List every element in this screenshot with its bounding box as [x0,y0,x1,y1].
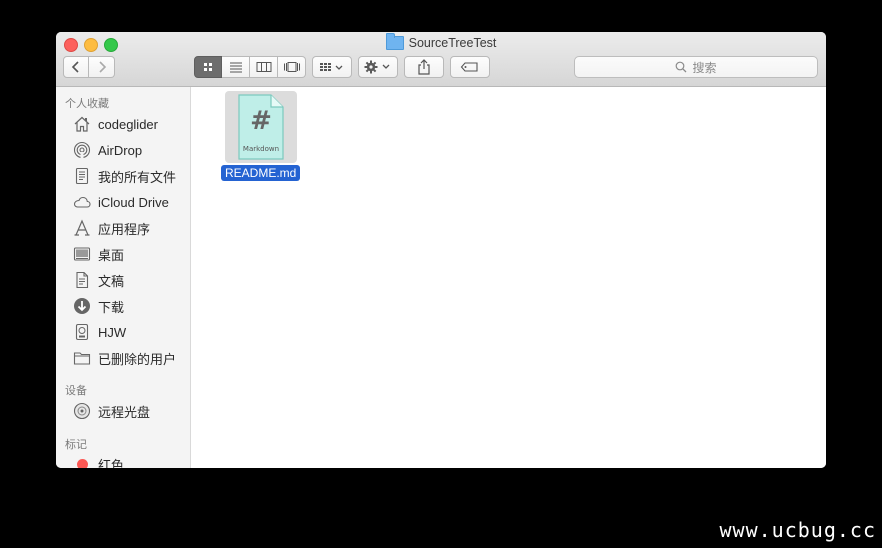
folder-icon [72,348,92,368]
sidebar-item-hjw[interactable]: HJW [72,321,126,343]
sidebar-item-label: 已删除的用户 [98,351,177,367]
favorites-header: 个人收藏 [65,98,109,110]
desktop-icon [72,244,92,264]
devices-header: 设备 [65,385,87,397]
sidebar-item-icloud-drive[interactable]: iCloud Drive [72,191,169,213]
back-button[interactable] [63,56,89,78]
sidebar-item-label: 应用程序 [98,221,151,237]
file-name-label[interactable]: README.md [221,165,301,181]
remote-disc-icon [72,401,92,421]
sidebar-item-label: AirDrop [98,142,143,158]
share-button[interactable] [404,56,444,78]
file-icon-symbol: # [250,106,272,136]
file-browser-content: # Markdown README.md [191,87,826,468]
toolbar: SourceTreeTest 搜索 [56,32,826,87]
sidebar-item-label: codeglider [98,116,158,132]
forward-button[interactable] [89,56,115,78]
finder-window: SourceTreeTest 搜索 个人收藏 codeglider AirDro… [56,32,826,468]
file-item-readme[interactable]: # Markdown [225,91,297,163]
tags-header: 标记 [65,439,87,451]
sidebar-item-airdrop[interactable]: AirDrop [72,139,142,161]
share-icon [418,59,430,75]
markdown-file-icon: # Markdown [238,94,284,160]
sidebar-item-label: HJW [98,324,127,340]
sidebar: 个人收藏 codeglider AirDrop 我的所有文件 iCloud Dr… [56,87,191,468]
sidebar-item-label: 我的所有文件 [98,169,177,185]
column-view-button[interactable] [250,56,278,78]
list-view-button[interactable] [222,56,250,78]
sidebar-item-label: 远程光盘 [98,404,151,420]
sidebar-item-desktop[interactable]: 桌面 [72,243,124,265]
red-tag-dot-icon [72,454,92,468]
list-icon [229,62,242,73]
all-files-icon [72,166,92,186]
sidebar-item-applications[interactable]: 应用程序 [72,217,150,239]
watermark-text: www.ucbug.cc [719,518,876,542]
window-title-text: SourceTreeTest [408,36,497,50]
folder-icon [385,33,404,50]
documents-icon [72,270,92,290]
sidebar-item-codeglider[interactable]: codeglider [72,113,158,135]
view-mode-control [194,56,306,78]
home-icon [72,114,92,134]
cover-flow-icon [283,62,300,72]
airdrop-icon [72,140,92,160]
sidebar-item-label: 文稿 [98,273,125,289]
tag-button[interactable] [450,56,490,78]
sidebar-item-label: iCloud Drive [98,194,169,210]
columns-icon [256,62,271,72]
sidebar-item-all-files[interactable]: 我的所有文件 [72,165,176,187]
disk-icon [72,322,92,342]
nav-buttons [63,56,115,78]
arrange-grid-icon [320,63,343,71]
cover-flow-button[interactable] [278,56,306,78]
gear-icon [364,60,390,74]
sidebar-item-deleted-users[interactable]: 已删除的用户 [72,347,176,369]
search-placeholder: 搜索 [692,60,717,75]
sidebar-item-tag-red[interactable]: 红色 [72,453,124,468]
tag-icon [460,62,478,72]
cloud-icon [72,192,92,212]
downloads-icon [72,296,92,316]
chevron-left-icon [71,61,79,73]
search-input[interactable]: 搜索 [574,56,818,78]
sidebar-item-remote-disc[interactable]: 远程光盘 [72,400,150,422]
grid-icon [204,63,212,71]
search-icon [676,61,687,73]
arrange-button[interactable] [312,56,352,78]
window-title: SourceTreeTest [56,33,826,50]
sidebar-item-downloads[interactable]: 下载 [72,295,124,317]
icon-view-button[interactable] [194,56,222,78]
sidebar-item-label: 红色 [98,457,125,469]
applications-icon [72,218,92,238]
action-button[interactable] [358,56,398,78]
file-icon-caption: Markdown [243,145,279,153]
sidebar-item-label: 下载 [98,299,125,315]
chevron-right-icon [98,61,106,73]
sidebar-item-documents[interactable]: 文稿 [72,269,124,291]
sidebar-item-label: 桌面 [98,247,125,263]
